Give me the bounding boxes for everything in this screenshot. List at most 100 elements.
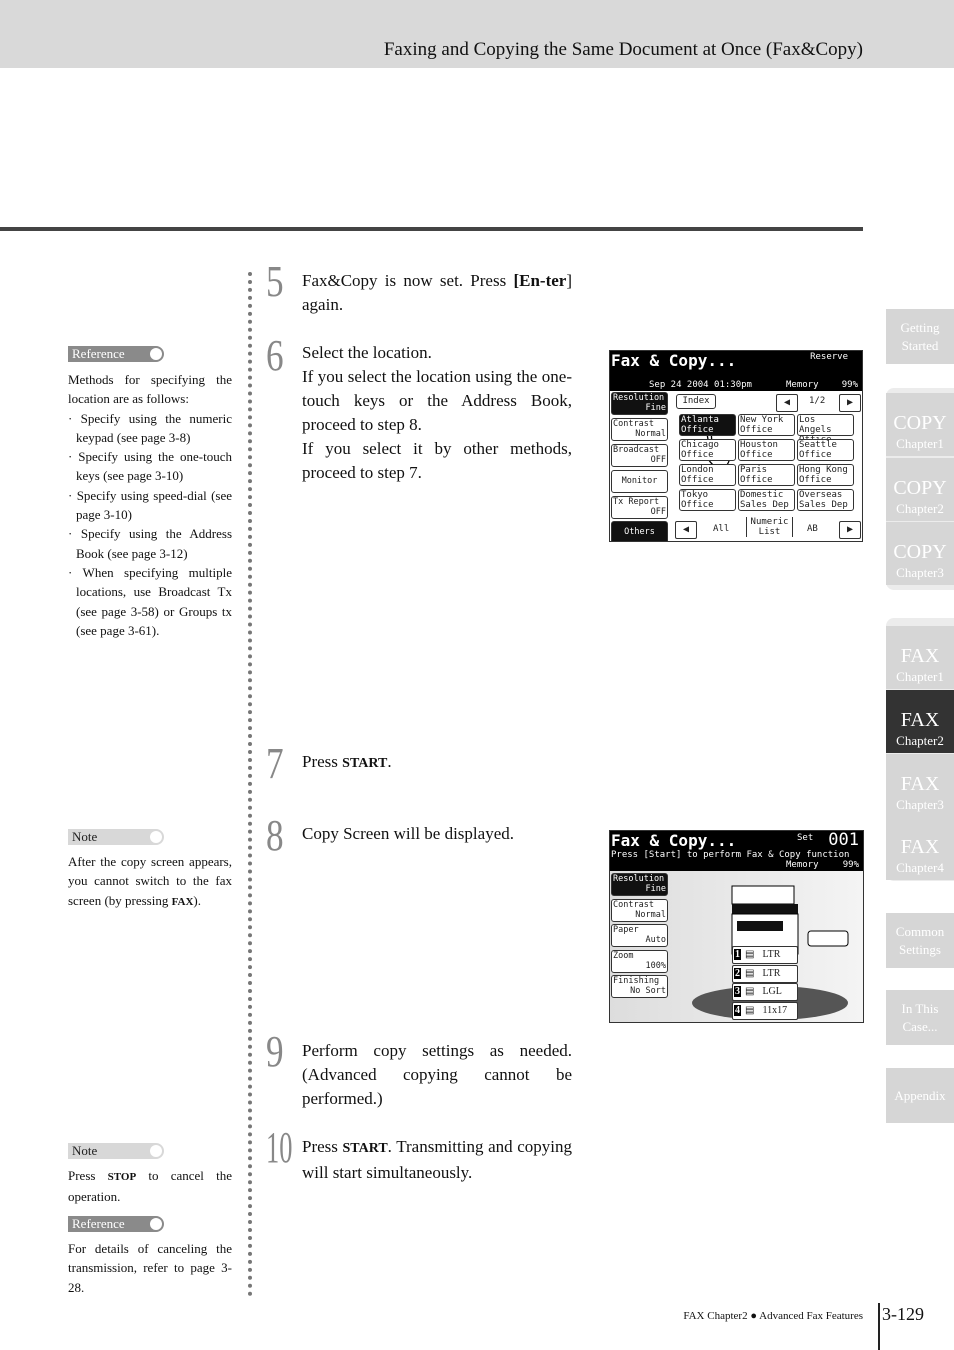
setting-label: Resolution <box>613 874 665 884</box>
paper-icon: ▤ <box>745 949 755 960</box>
key-line1: Los Angels <box>799 415 832 435</box>
paper-tray-button[interactable]: 4 ▤ 11x17 <box>732 1001 798 1020</box>
tab-title: FAX <box>900 836 940 858</box>
key-line1: Overseas <box>799 490 843 500</box>
next-tab-button[interactable]: ▶ <box>839 521 861 539</box>
setting-button[interactable]: Contrast Normal <box>611 898 668 922</box>
key-line1: Hong Kong <box>799 465 848 475</box>
prev-tab-button[interactable]: ◀ <box>675 521 697 539</box>
note-text: Press STOP to cancel the operation. <box>68 1168 232 1205</box>
reference-badge: Reference <box>68 346 164 362</box>
memory-label: Memory <box>786 380 819 390</box>
next-page-button[interactable]: ▶ <box>839 394 861 412</box>
chapter-tab[interactable]: FAX Chapter2 <box>886 690 954 753</box>
paper-icon: ▤ <box>745 1004 755 1016</box>
paper-tray-button[interactable]: 2 ▤ LTR <box>732 964 798 983</box>
page-title: Faxing and Copying the Same Document at … <box>383 39 863 60</box>
paper-tray-button[interactable]: 3 ▤ LGL <box>732 983 798 1001</box>
reference-badge: Reference <box>68 1216 164 1232</box>
tab-title: FAX <box>900 709 940 731</box>
step-5-text: Fax&Copy is now set. Press [En-ter] agai… <box>302 271 572 314</box>
screen-title: Fax & Copy... <box>611 831 737 850</box>
tab-subtitle: Started <box>901 338 939 353</box>
key-line2: Sales Dep <box>740 500 789 510</box>
one-touch-key[interactable]: Atlanta Office <box>679 414 736 436</box>
chapter-tab[interactable]: COPY Chapter3 <box>886 522 954 585</box>
setting-label: Resolution <box>613 393 665 403</box>
tab-all[interactable]: All <box>713 524 729 534</box>
one-touch-key[interactable]: Domestic Sales Dep <box>738 489 795 511</box>
setting-value: OFF <box>650 507 666 517</box>
setting-button[interactable]: Finishing No Sort <box>611 975 668 998</box>
memory-value: 99% <box>842 860 859 870</box>
key-line1: Seattle <box>799 440 837 450</box>
chapter-tab[interactable]: Common Settings <box>886 913 954 968</box>
key-line1: Houston <box>740 440 778 450</box>
reference-list-item: · Specify using the Address Book (see pa… <box>68 526 232 561</box>
key-line2: Office <box>799 450 832 460</box>
one-touch-key[interactable]: Los AngelsOffice <box>797 414 854 445</box>
chapter-tab[interactable]: Appendix <box>886 1068 954 1123</box>
paper-tray-button[interactable]: 1 ▤ LTR <box>732 946 798 964</box>
tab-subtitle: Chapter4 <box>896 860 944 875</box>
tab-title: FAX <box>900 645 940 667</box>
step-number: 5 <box>266 257 284 306</box>
screen-message: Press [Start] to perform Fax & Copy func… <box>611 850 850 860</box>
chapter-tab[interactable]: In This Case... <box>886 990 954 1045</box>
setting-button[interactable]: Resolution Fine <box>611 873 668 896</box>
setting-button[interactable]: Contrast Normal <box>611 418 668 441</box>
chapter-tab[interactable]: COPY Chapter1 <box>886 393 954 456</box>
one-touch-key[interactable]: Houston Office <box>738 439 795 461</box>
step-number: 9 <box>266 1027 284 1076</box>
one-touch-key[interactable]: London Office <box>679 464 736 486</box>
step-8-text: Copy Screen will be displayed. <box>302 824 514 843</box>
setting-button[interactable]: Paper Auto <box>611 924 668 947</box>
set-count: 001 <box>828 830 859 850</box>
one-touch-key[interactable]: New York Office <box>738 414 795 436</box>
key-line2: Office <box>681 475 714 485</box>
one-touch-key[interactable]: Tokyo Office <box>679 489 736 511</box>
setting-button[interactable]: Broadcast OFF <box>611 444 668 467</box>
tab-numeric-list[interactable]: Numeric List <box>746 517 793 537</box>
key-line1: New York <box>740 415 784 425</box>
setting-label: Zoom <box>613 950 634 961</box>
reference-note: For details of canceling the transmissio… <box>68 1241 232 1295</box>
chapter-tab[interactable]: FAX Chapter4 <box>886 817 954 880</box>
setting-button[interactable]: Tx Report OFF <box>611 496 668 519</box>
tab-ab[interactable]: AB <box>807 524 818 534</box>
tray-size: LTR <box>762 949 781 960</box>
dotted-divider <box>248 272 252 1297</box>
chapter-tab[interactable]: FAX Chapter1 <box>886 626 954 689</box>
setting-value: Fine <box>645 403 666 413</box>
tab-subtitle: Chapter3 <box>896 797 944 812</box>
one-touch-key[interactable]: Paris Office <box>738 464 795 486</box>
one-touch-key[interactable]: Hong Kong Office <box>797 464 854 486</box>
tab-title: COPY <box>893 477 947 499</box>
note-badge: Note <box>68 829 164 845</box>
page-indicator: 1/2 <box>809 396 826 406</box>
setting-button[interactable]: Zoom 100% <box>611 949 668 973</box>
key-line2: Office <box>681 450 714 460</box>
chapter-tab[interactable]: FAX Chapter3 <box>886 754 954 817</box>
screen-title: Fax & Copy... <box>611 351 737 370</box>
memory-value: 99% <box>841 380 858 390</box>
chapter-tab[interactable]: COPY Chapter2 <box>886 458 954 521</box>
key-line2: Office <box>799 475 832 485</box>
prev-page-button[interactable]: ◀ <box>776 394 798 412</box>
setting-label: Tx Report <box>613 497 660 507</box>
one-touch-key[interactable]: Seattle Office <box>797 439 854 461</box>
one-touch-key[interactable]: Overseas Sales Dep <box>797 489 854 511</box>
setting-button[interactable]: Resolution Fine <box>611 392 668 415</box>
index-button[interactable]: Index <box>676 394 716 409</box>
setting-button[interactable]: Monitor <box>611 470 668 493</box>
chapter-tab[interactable]: Getting Started <box>886 309 954 364</box>
step-number: 6 <box>266 331 284 380</box>
screen-header: Fax & Copy... Set 001 Press [Start] to p… <box>610 831 863 871</box>
setting-label: Broadcast <box>613 445 660 455</box>
tab-subtitle: Case... <box>902 1019 938 1034</box>
reserve-label: Reserve <box>810 352 848 362</box>
others-button[interactable]: Others <box>611 521 668 541</box>
key-line1: Atlanta <box>681 415 719 425</box>
fax-copy-address-screen: Fax & Copy... Reserve Sep 24 2004 01:30p… <box>609 350 863 542</box>
one-touch-key[interactable]: Chicago Office <box>679 439 736 461</box>
